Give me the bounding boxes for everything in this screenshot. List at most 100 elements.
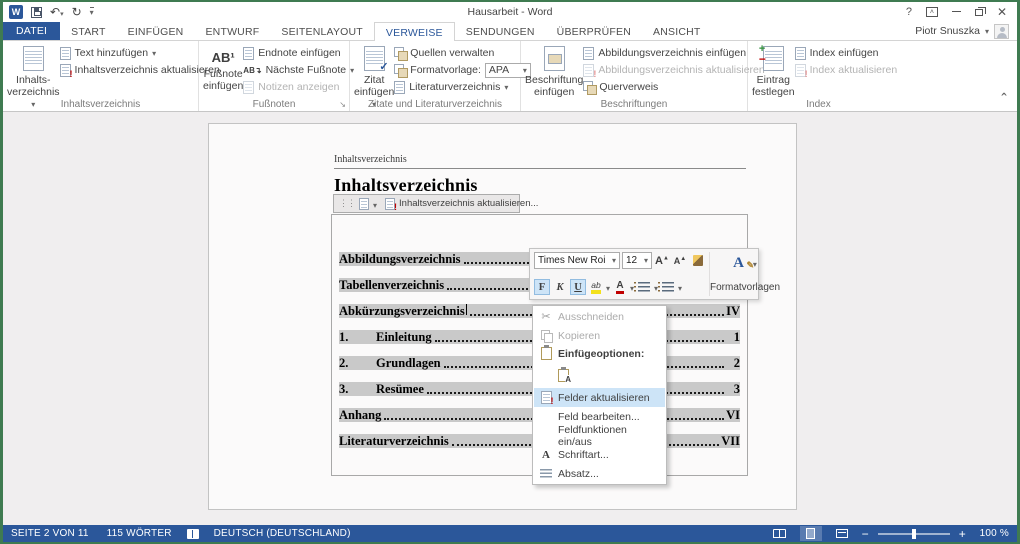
dropdown-icon[interactable] [606, 278, 610, 296]
account-menu[interactable]: Piotr Snuszka [915, 22, 1017, 40]
user-name: Piotr Snuszka [915, 25, 980, 37]
tab-ueberpruefen[interactable]: ÜBERPRÜFEN [546, 22, 642, 40]
window-controls: ? ˄ ✕ [906, 6, 1017, 18]
read-mode-button[interactable] [769, 526, 791, 541]
web-layout-button[interactable] [831, 526, 853, 541]
grow-font-button[interactable]: A▲ [654, 253, 670, 269]
update-toc-field-button[interactable]: Inhaltsverzeichnis aktualisieren... [399, 198, 538, 209]
zoom-level[interactable]: 100 % [975, 528, 1009, 539]
text-hinzufuegen-button[interactable]: Text hinzufügen [60, 46, 220, 60]
restore-button[interactable] [975, 9, 983, 16]
redo-icon[interactable]: ↻ [72, 6, 82, 18]
mark-entry-icon: + − [763, 46, 784, 71]
bullets-button[interactable] [636, 279, 652, 295]
underline-button[interactable]: U [570, 279, 586, 295]
style-icon [394, 64, 406, 76]
zoom-in-button[interactable]: + [959, 528, 966, 540]
index-einfuegen-button[interactable]: Index einfügen [795, 46, 898, 60]
paste-option-keep-text[interactable] [534, 362, 665, 388]
minimize-button[interactable] [952, 11, 961, 12]
page-indicator[interactable]: SEITE 2 VON 11 [11, 528, 98, 539]
abbildungsverzeichnis-einfuegen-button[interactable]: Abbildungsverzeichnis einfügen [583, 46, 764, 60]
minus-mark: − [759, 52, 766, 66]
tab-einfuegen[interactable]: EINFÜGEN [117, 22, 195, 40]
font-color-button[interactable]: A [612, 279, 628, 295]
zoom-slider-thumb[interactable] [912, 529, 916, 539]
grip-icon[interactable]: ⋮⋮ [339, 198, 355, 209]
print-layout-button[interactable] [800, 526, 822, 541]
avatar [994, 24, 1009, 39]
group-fussnoten: AB¹ Fußnoteeinfügen Endnote einfügen AB↴… [199, 41, 350, 111]
tab-seitenlayout[interactable]: SEITENLAYOUT [270, 22, 374, 40]
word-logo-icon[interactable]: W [9, 5, 23, 19]
ribbon-display-options-icon[interactable]: ˄ [926, 7, 938, 17]
font-name-combo[interactable]: Times New Roi [534, 252, 620, 269]
italic-button[interactable]: K [552, 279, 568, 295]
notizen-anzeigen-button: Notizen anzeigen [243, 80, 354, 94]
tab-start[interactable]: START [60, 22, 116, 40]
toc-aktualisieren-button[interactable]: Inhaltsverzeichnis aktualisieren [60, 63, 220, 77]
collapse-ribbon-button[interactable]: ^ [1001, 92, 1007, 103]
numbering-button[interactable] [660, 279, 676, 295]
dialog-launcher-icon[interactable]: ↘ [339, 101, 346, 109]
tab-entwurf[interactable]: ENTWURF [194, 22, 270, 40]
document-page[interactable]: Inhaltsverzeichnis Inhaltsverzeichnis ⋮⋮… [208, 123, 797, 510]
mini-formatting-toolbar: Times New Roi 12 A▲ A▲ F K [529, 248, 759, 300]
tab-sendungen[interactable]: SENDUNGEN [455, 22, 546, 40]
undo-dropdown-icon[interactable]: ▾ [60, 11, 64, 18]
dropdown-icon[interactable] [373, 195, 377, 213]
endnote-einfuegen-button[interactable]: Endnote einfügen [243, 46, 354, 60]
toc-icon [23, 46, 44, 71]
eintrag-festlegen-button[interactable]: + − Eintragfestlegen [752, 44, 795, 98]
customize-qat-icon[interactable]: ▾ [90, 7, 94, 17]
proofing-icon[interactable] [187, 529, 199, 539]
menu-item-schriftart[interactable]: A Schriftart... [534, 445, 665, 464]
bibliography-icon [394, 81, 405, 94]
font-size-combo[interactable]: 12 [622, 252, 652, 269]
update-figures-table-icon [583, 64, 594, 77]
shrink-font-button[interactable]: A▲ [672, 253, 688, 269]
document-area: Inhaltsverzeichnis Inhaltsverzeichnis ⋮⋮… [3, 112, 1017, 525]
beschriftung-einfuegen-button[interactable]: Beschriftungeinfügen [525, 44, 583, 98]
close-button[interactable]: ✕ [997, 6, 1007, 18]
group-label: Beschriftungen [521, 99, 747, 110]
naechste-fussnote-button[interactable]: AB↴ Nächste Fußnote [243, 63, 354, 77]
language-indicator[interactable]: DEUTSCH (DEUTSCHLAND) [205, 528, 360, 539]
menu-item-absatz[interactable]: Absatz... [534, 464, 665, 483]
paste-icon [541, 347, 552, 360]
bold-button[interactable]: F [534, 279, 550, 295]
undo-button[interactable]: ↶▾ [50, 3, 64, 21]
zoom-slider[interactable] [878, 533, 950, 535]
quellen-verwalten-button[interactable]: Quellen verwalten [394, 46, 531, 60]
update-field-icon [541, 391, 552, 404]
web-layout-icon [836, 529, 848, 538]
zoom-out-button[interactable]: − [862, 528, 869, 540]
highlight-button[interactable]: ab [588, 279, 604, 295]
menu-item-ausschneiden: ✂ Ausschneiden [534, 307, 665, 326]
chevron-down-icon [985, 25, 989, 37]
ribbon-tab-bar: DATEI START EINFÜGEN ENTWURF SEITENLAYOU… [3, 22, 1017, 40]
toc-menu-icon[interactable] [359, 198, 369, 210]
help-button[interactable]: ? [906, 7, 912, 18]
quick-access-toolbar: W ↶▾ ↻ ▾ [3, 3, 94, 21]
dropdown-icon[interactable] [678, 278, 682, 296]
styles-button[interactable]: A Formatvorlagen [709, 252, 780, 296]
querverweis-button[interactable]: Querverweis [583, 80, 764, 94]
tab-ansicht[interactable]: ANSICHT [642, 22, 712, 40]
manage-sources-icon [394, 47, 406, 59]
menu-item-felder-aktualisieren[interactable]: Felder aktualisieren [534, 388, 665, 407]
menu-item-feldfunktionen[interactable]: Feldfunktionen ein/aus [534, 426, 665, 445]
word-count[interactable]: 115 WÖRTER [98, 528, 181, 539]
tab-verweise[interactable]: VERWEISE [374, 22, 455, 41]
format-painter-button[interactable] [690, 253, 706, 269]
styles-icon: A [733, 255, 744, 271]
toc-field-toolbar[interactable]: ⋮⋮ Inhaltsverzeichnis aktualisieren... [333, 194, 520, 213]
footnote-icon: AB¹ [212, 46, 235, 65]
tab-datei[interactable]: DATEI [3, 22, 60, 40]
copy-icon [541, 330, 551, 341]
literaturverzeichnis-button[interactable]: Literaturverzeichnis [394, 80, 531, 94]
abbildungsverzeichnis-aktualisieren-button: Abbildungsverzeichnis aktualisieren [583, 63, 764, 77]
update-toc-icon [385, 198, 395, 210]
fussnote-einfuegen-button[interactable]: AB¹ Fußnoteeinfügen [203, 44, 243, 92]
save-icon[interactable] [31, 7, 42, 18]
